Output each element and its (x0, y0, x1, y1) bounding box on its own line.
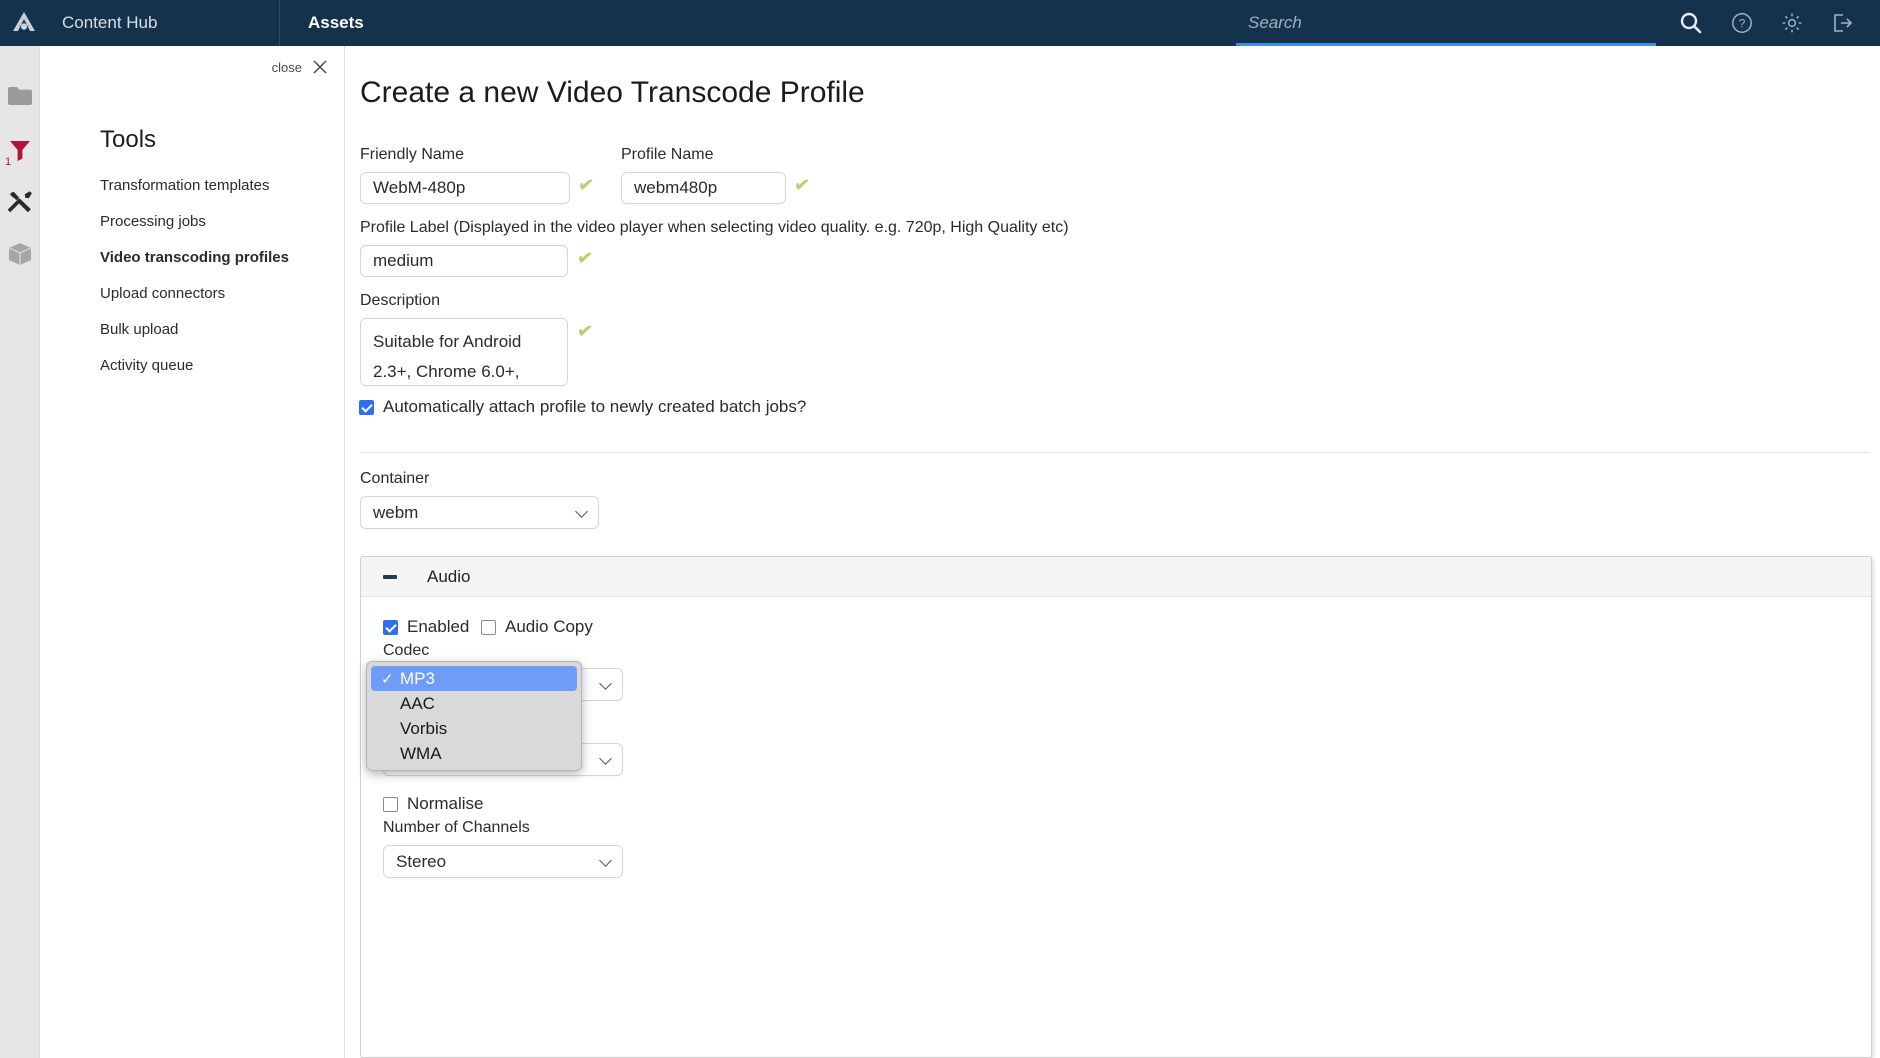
audio-panel-header: Audio (361, 557, 1871, 597)
tools-icon (7, 190, 32, 212)
filter-badge-count: 1 (5, 156, 12, 168)
friendly-name-label: Friendly Name (360, 146, 465, 163)
section-title-assets[interactable]: Assets (280, 0, 480, 46)
profile-name-label: Profile Name (621, 146, 714, 163)
friendly-name-valid-icon: ✔ (576, 173, 596, 198)
rail-item-filter[interactable]: 1 (0, 130, 40, 170)
container-label: Container (360, 470, 430, 487)
description-label: Description (360, 292, 441, 309)
package-box-icon (8, 243, 32, 265)
page-title: Create a new Video Transcode Profile (360, 76, 865, 109)
codec-option-wma-label: WMA (400, 743, 442, 763)
close-label: close (271, 59, 302, 75)
search-area (1236, 0, 1656, 46)
codec-option-aac[interactable]: AAC (371, 691, 577, 716)
container-select[interactable]: webm (360, 496, 599, 529)
profile-label-input[interactable] (360, 245, 568, 277)
profile-name-valid-icon: ✔ (792, 173, 812, 198)
chevron-down-icon (599, 751, 612, 765)
audio-copy-checkbox[interactable] (481, 619, 496, 635)
channels-select[interactable]: Stereo (383, 845, 623, 878)
svg-text:?: ? (1739, 17, 1746, 31)
auto-attach-checkbox[interactable] (359, 399, 374, 415)
chevron-down-icon (575, 504, 588, 518)
rail-item-tools[interactable] (0, 182, 40, 222)
main-content-area: Create a new Video Transcode Profile Fri… (346, 46, 1880, 1058)
codec-option-vorbis-label: Vorbis (400, 718, 448, 738)
audio-enabled-checkbox[interactable] (383, 619, 398, 635)
description-valid-icon: ✔ (575, 319, 595, 344)
audio-panel: Audio Enabled Audio Copy Codec MP3 ✓ MP3 (360, 556, 1872, 1058)
tools-nav-item-video-transcoding-profiles[interactable]: Video transcoding profiles (100, 240, 289, 276)
rail-item-folder[interactable] (0, 76, 40, 116)
codec-option-vorbis[interactable]: Vorbis (371, 716, 577, 741)
audio-copy-row[interactable]: Audio Copy (481, 617, 593, 637)
search-icon[interactable] (1678, 10, 1704, 36)
left-icon-rail: 1 (0, 46, 40, 1058)
audio-enabled-row[interactable]: Enabled (383, 617, 469, 637)
content-hub-logo-icon (13, 12, 35, 31)
tools-nav-list: Transformation templates Processing jobs… (100, 168, 289, 384)
chevron-down-icon (599, 853, 612, 867)
rail-item-package[interactable] (0, 234, 40, 274)
profile-name-input[interactable] (621, 172, 786, 204)
tools-panel-title: Tools (100, 126, 157, 153)
chevron-down-icon (599, 676, 612, 690)
close-icon (313, 60, 327, 74)
tools-nav-item-transformation-templates[interactable]: Transformation templates (100, 168, 289, 204)
audio-copy-label[interactable]: Audio Copy (505, 617, 593, 637)
top-header-bar: Content Hub Assets ? (0, 0, 1880, 46)
header-spacer (480, 0, 1236, 46)
auto-attach-checkbox-row[interactable]: Automatically attach profile to newly cr… (359, 397, 806, 417)
brand-title[interactable]: Content Hub (48, 0, 280, 46)
folder-icon (8, 87, 32, 105)
channels-select-value: Stereo (396, 851, 447, 871)
codec-label: Codec (383, 642, 430, 659)
logout-icon[interactable] (1830, 11, 1854, 35)
help-icon[interactable]: ? (1730, 11, 1754, 35)
normalise-checkbox[interactable] (383, 796, 398, 812)
codec-option-mp3-label: MP3 (400, 668, 435, 688)
codec-option-aac-label: AAC (400, 693, 435, 713)
normalise-row[interactable]: Normalise (383, 794, 484, 814)
auto-attach-label[interactable]: Automatically attach profile to newly cr… (383, 397, 806, 417)
codec-option-mp3[interactable]: ✓ MP3 (371, 666, 577, 691)
normalise-label[interactable]: Normalise (407, 794, 484, 814)
close-panel-button[interactable]: close (272, 59, 328, 75)
friendly-name-input[interactable] (360, 172, 570, 204)
tools-nav-item-processing-jobs[interactable]: Processing jobs (100, 204, 289, 240)
settings-gear-icon[interactable] (1780, 11, 1804, 35)
search-input[interactable] (1236, 13, 1656, 33)
section-divider (360, 452, 1870, 453)
codec-option-wma[interactable]: WMA (371, 741, 577, 766)
collapse-minus-icon[interactable] (383, 574, 397, 579)
description-textarea[interactable] (360, 318, 568, 386)
tools-panel: close Tools Transformation templates Pro… (40, 46, 345, 1058)
tools-nav-item-activity-queue[interactable]: Activity queue (100, 348, 289, 384)
audio-panel-title: Audio (427, 566, 471, 586)
channels-label: Number of Channels (383, 819, 530, 836)
app-logo[interactable] (0, 0, 48, 46)
audio-enabled-label[interactable]: Enabled (407, 617, 469, 637)
header-icon-group: ? (1656, 0, 1880, 46)
codec-option-check-icon: ✓ (381, 670, 394, 688)
tools-nav-item-upload-connectors[interactable]: Upload connectors (100, 276, 289, 312)
tools-nav-item-bulk-upload[interactable]: Bulk upload (100, 312, 289, 348)
profile-label-label: Profile Label (Displayed in the video pl… (360, 219, 1069, 236)
container-select-value: webm (373, 502, 419, 522)
profile-label-valid-icon: ✔ (575, 246, 595, 271)
codec-dropdown-list[interactable]: ✓ MP3 AAC Vorbis WMA (366, 661, 582, 771)
